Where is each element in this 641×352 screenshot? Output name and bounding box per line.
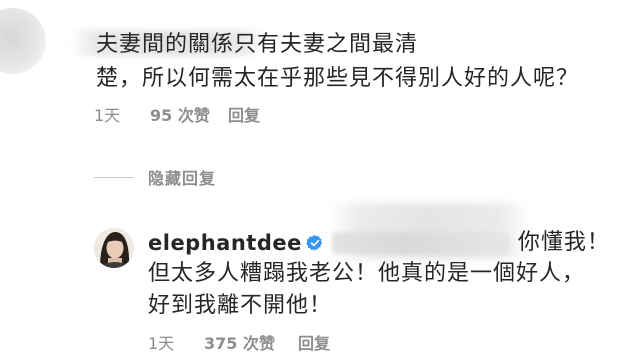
comment-time: 1天 [148, 334, 175, 352]
parent-comment-text: 夫妻間的關係只有夫妻之間最清 楚，所以何需太在乎那些見不得別人好的人呢？ [96, 32, 580, 91]
username-link[interactable]: elephantdee [148, 228, 302, 258]
verified-badge-icon [306, 235, 322, 251]
blurred-avatar[interactable] [0, 8, 46, 74]
like-count-button[interactable]: 375 次赞 [204, 330, 298, 352]
comment-time: 1天 [94, 106, 121, 125]
hide-replies-label: 隐藏回复 [148, 169, 217, 188]
reply-button[interactable]: 回复 [228, 102, 260, 126]
comment-thread: 夫妻間的關係只有夫妻之間最清 楚，所以何需太在乎那些見不得別人好的人呢？ 1天 … [0, 0, 641, 352]
avatar-image [94, 228, 134, 268]
parent-comment-meta: 1天 95 次赞 回复 [94, 102, 260, 126]
blurred-mention-link[interactable] [331, 232, 510, 254]
reply-comment-text: 但太多人糟蹋我老公！他真的是一個好人， 好到我離不開他！ [148, 261, 586, 318]
divider-line [94, 176, 134, 178]
reply-comment-meta: 1天 375 次赞 回复 [148, 330, 330, 352]
hide-replies-button[interactable]: 隐藏回复 [94, 165, 216, 189]
avatar[interactable] [94, 228, 134, 268]
reply-header: elephantdee 你懂我！ [148, 228, 610, 258]
reply-button[interactable]: 回复 [298, 330, 330, 352]
like-count-button[interactable]: 95 次赞 [150, 102, 228, 126]
reply-first-line: 你懂我！ [517, 230, 610, 255]
